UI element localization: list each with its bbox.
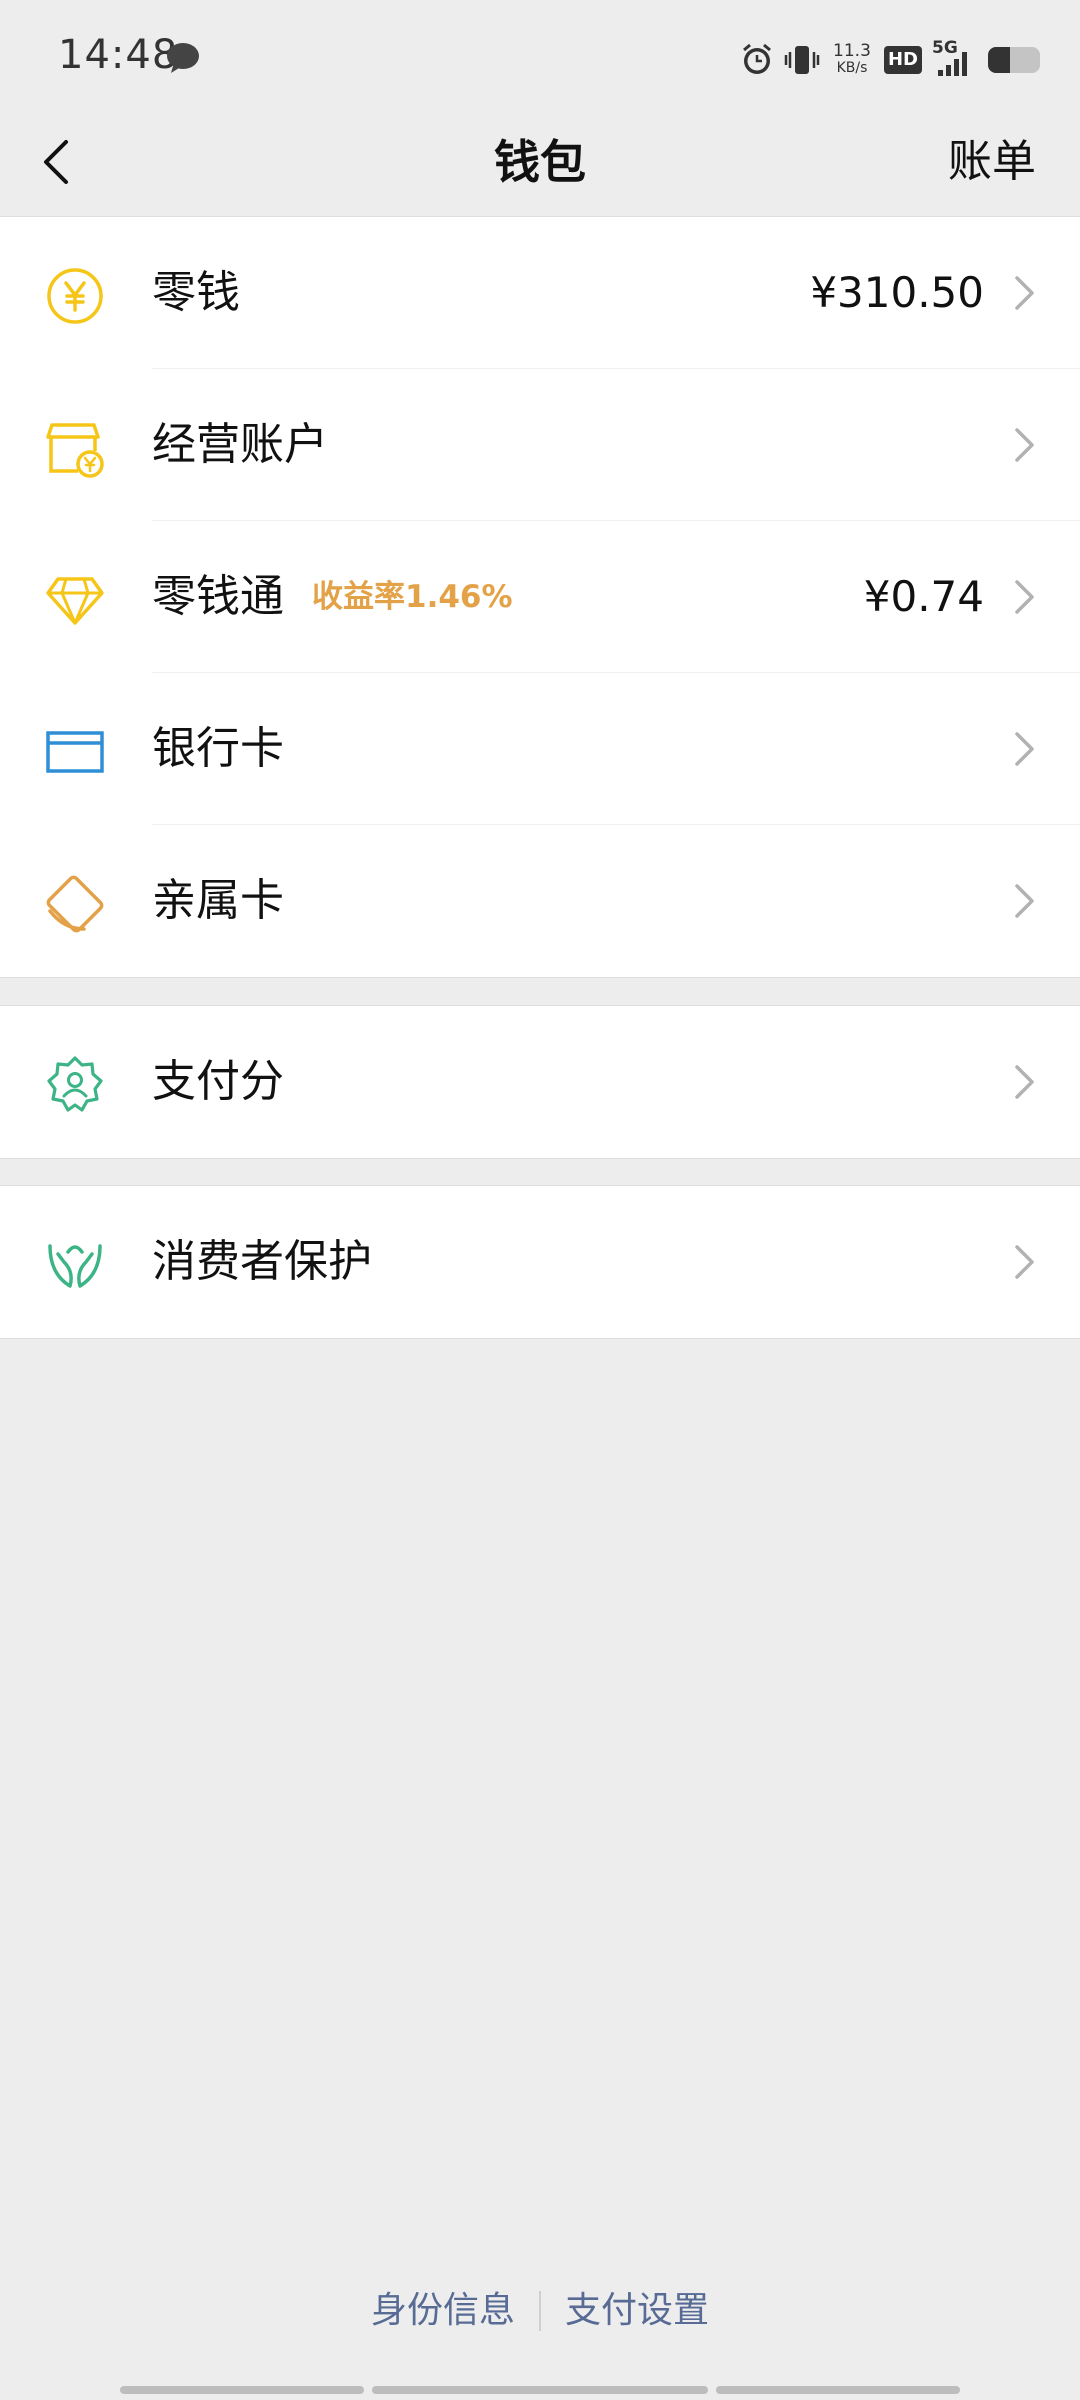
identity-info-link[interactable]: 身份信息 xyxy=(347,2280,539,2342)
consumer-protection-item[interactable]: 消费者保护 xyxy=(0,1186,1080,1338)
wallet-item-label: 亲属卡 xyxy=(152,875,284,926)
chevron-right-icon xyxy=(1015,1245,1034,1279)
family-card-icon xyxy=(46,875,104,933)
nav-gesture-bar-center[interactable] xyxy=(372,2386,708,2394)
wallet-item-label: 经营账户 xyxy=(152,419,328,470)
network-speed-value: 11.3 xyxy=(833,41,871,61)
protect-hands-icon xyxy=(48,1244,102,1288)
nav-bar: 钱包 账单 xyxy=(0,110,1080,217)
wallet-item-label: 零钱通 xyxy=(152,571,284,622)
pay-score-label: 支付分 xyxy=(152,1056,284,1107)
signal-bars-icon xyxy=(938,52,967,76)
bill-button[interactable]: 账单 xyxy=(948,128,1036,196)
change-balance: ¥310.50 xyxy=(810,268,984,317)
wallet-list: 零钱 ¥310.50 经营账户 零钱通 收益率1.46% ¥0.74 银行卡 亲… xyxy=(0,216,1080,978)
pay-score-badge-icon xyxy=(47,1056,103,1112)
page-title: 钱包 xyxy=(494,135,586,189)
diamond-icon xyxy=(46,577,104,625)
alarm-icon xyxy=(743,43,771,74)
nav-gesture-bar-right xyxy=(716,2386,960,2394)
battery-icon xyxy=(988,47,1040,73)
chevron-right-icon xyxy=(1015,428,1034,462)
chevron-right-icon xyxy=(1015,580,1034,614)
nav-gesture-bar-left xyxy=(120,2386,364,2394)
yuan-coin-icon xyxy=(47,268,103,324)
change-plus-balance: ¥0.74 xyxy=(863,572,984,621)
status-bar: 14:48 11.3 KB/s HD 5G xyxy=(0,0,1080,110)
status-icons: 11.3 KB/s HD 5G xyxy=(740,36,1044,84)
hd-badge: HD xyxy=(883,46,922,74)
wallet-item-change-plus[interactable]: 零钱通 收益率1.46% ¥0.74 xyxy=(0,521,1080,673)
network-speed: 11.3 KB/s xyxy=(830,43,874,77)
wallet-item-change[interactable]: 零钱 ¥310.50 xyxy=(0,217,1080,369)
payment-settings-link[interactable]: 支付设置 xyxy=(541,2280,733,2342)
yield-rate-badge: 收益率1.46% xyxy=(312,579,513,615)
bank-card-icon xyxy=(46,731,104,773)
wallet-item-family-card[interactable]: 亲属卡 xyxy=(0,825,1080,977)
chevron-right-icon xyxy=(1015,884,1034,918)
shop-account-icon xyxy=(46,423,104,478)
hd-label: HD xyxy=(887,49,918,70)
signal-indicator: 5G xyxy=(932,40,976,80)
network-speed-unit: KB/s xyxy=(836,60,868,76)
wallet-item-business-account[interactable]: 经营账户 xyxy=(0,369,1080,521)
consumer-protection-group: 消费者保护 xyxy=(0,1185,1080,1339)
chevron-right-icon xyxy=(1015,1065,1034,1099)
chat-notification-icon xyxy=(167,43,199,73)
footer-links: 身份信息 支付设置 xyxy=(0,2280,1080,2342)
chevron-right-icon xyxy=(1015,276,1034,310)
status-time: 14:48 xyxy=(58,32,179,78)
pay-score-group: 支付分 xyxy=(0,1005,1080,1159)
wallet-item-label: 银行卡 xyxy=(152,723,284,774)
chevron-right-icon xyxy=(1015,732,1034,766)
wallet-item-label: 零钱 xyxy=(152,267,240,318)
pay-score-item[interactable]: 支付分 xyxy=(0,1006,1080,1158)
consumer-protection-label: 消费者保护 xyxy=(152,1236,372,1287)
wallet-item-bank-card[interactable]: 银行卡 xyxy=(0,673,1080,825)
vibrate-icon xyxy=(784,46,820,74)
